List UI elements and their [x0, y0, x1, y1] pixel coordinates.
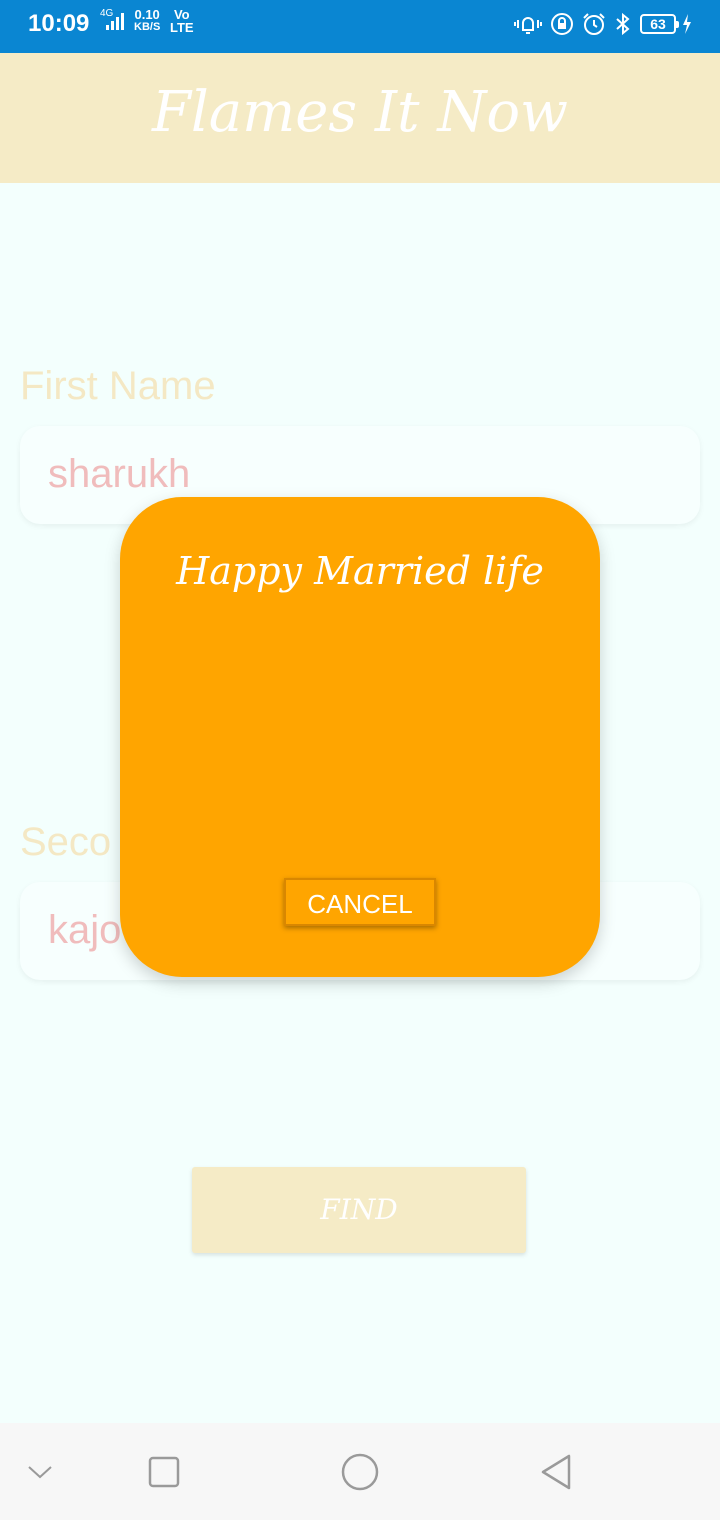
chevron-down-icon	[28, 1465, 52, 1478]
nav-back-button[interactable]	[526, 1423, 586, 1520]
bluetooth-icon	[616, 12, 630, 36]
first-name-label: First Name	[20, 364, 216, 408]
speed-unit: KB/S	[134, 21, 161, 33]
alarm-icon	[583, 13, 605, 35]
first-name-value: sharukh	[48, 452, 191, 496]
second-name-label: Seco	[20, 820, 112, 864]
navigation-bar	[0, 1423, 720, 1520]
home-circle-icon	[341, 1453, 379, 1490]
find-button[interactable]: FIND	[192, 1167, 526, 1253]
back-triangle-icon	[541, 1454, 571, 1489]
data-speed: 0.10 KB/S	[134, 8, 160, 34]
result-message: Happy Married life	[176, 549, 544, 593]
charging-icon	[683, 14, 691, 34]
status-time: 10:09	[28, 10, 90, 37]
speed-value: 0.10	[134, 7, 160, 22]
status-icons: 63	[514, 12, 692, 36]
recents-square-icon	[148, 1456, 180, 1487]
result-dialog: Happy Married life CANCEL	[120, 497, 600, 977]
nav-home-button[interactable]	[330, 1423, 390, 1520]
status-bar: 10:09 4G 0.10 KB/S Vo LTE 63	[0, 0, 720, 53]
app-title: Flames It Now	[151, 80, 568, 145]
vibrate-icon	[514, 17, 542, 34]
lock-rotation-icon	[551, 13, 573, 35]
app-bar: Flames It Now	[0, 53, 720, 183]
battery-icon: 63	[640, 14, 679, 34]
nav-chevron-down[interactable]	[10, 1423, 70, 1520]
cancel-button[interactable]: CANCEL	[284, 878, 436, 926]
second-name-value: kajo	[48, 908, 122, 952]
volte-indicator: Vo LTE	[170, 8, 194, 34]
signal-icon	[106, 13, 124, 30]
nav-recents-button[interactable]	[134, 1423, 194, 1520]
volte-bottom: LTE	[170, 20, 194, 35]
